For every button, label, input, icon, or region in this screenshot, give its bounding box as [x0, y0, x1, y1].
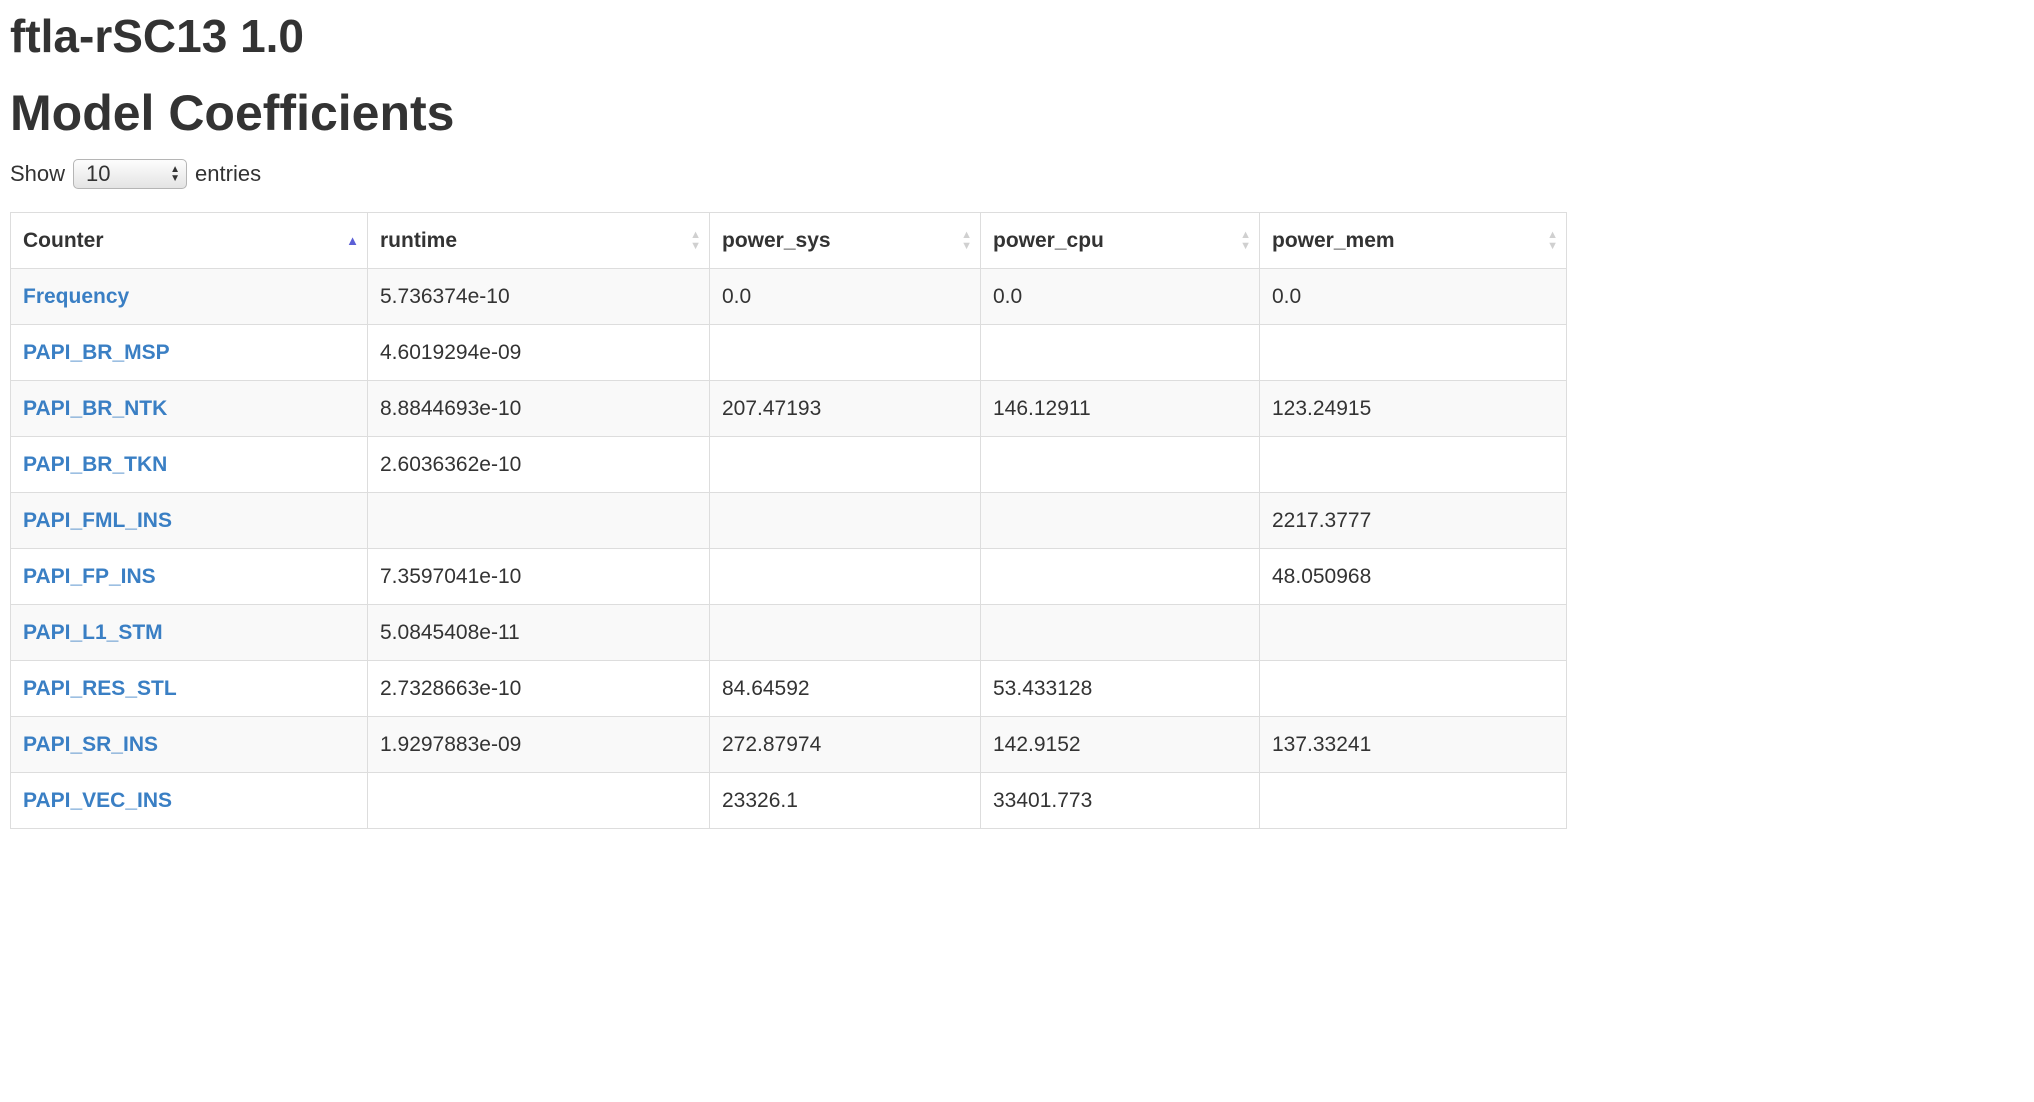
runtime-cell: 5.736374e-10 [367, 268, 710, 325]
sort-both-icon: ▲ ▼ [1547, 228, 1558, 252]
power-mem-cell: 0.0 [1259, 268, 1567, 325]
power-sys-cell [709, 324, 981, 381]
counter-link[interactable]: PAPI_RES_STL [23, 677, 177, 700]
power-cpu-cell: 146.12911 [980, 380, 1260, 437]
power-cpu-cell: 53.433128 [980, 660, 1260, 717]
counter-cell: PAPI_BR_MSP [10, 324, 368, 381]
table-row: PAPI_VEC_INS 23326.1 33401.773 [10, 772, 1567, 829]
power-mem-cell: 123.24915 [1259, 380, 1567, 437]
table-row: PAPI_RES_STL 2.7328663e-10 84.64592 53.4… [10, 660, 1567, 717]
counter-cell: PAPI_BR_NTK [10, 380, 368, 437]
counter-link[interactable]: PAPI_BR_MSP [23, 341, 170, 364]
table-row: PAPI_BR_MSP 4.6019294e-09 [10, 324, 1567, 381]
power-cpu-cell [980, 436, 1260, 493]
counter-cell: PAPI_L1_STM [10, 604, 368, 661]
runtime-cell [367, 772, 710, 829]
table-header-row: Counter ▲ runtime ▲ ▼ power_sys ▲ ▼ power_… [10, 212, 1567, 269]
power-mem-cell [1259, 324, 1567, 381]
power-cpu-cell [980, 492, 1260, 549]
column-header-label: power_sys [722, 228, 831, 252]
power-sys-cell: 0.0 [709, 268, 981, 325]
table-row: PAPI_FP_INS 7.3597041e-10 48.050968 [10, 548, 1567, 605]
show-label: Show [10, 161, 66, 186]
table-row: PAPI_BR_TKN 2.6036362e-10 [10, 436, 1567, 493]
runtime-cell: 1.9297883e-09 [367, 716, 710, 773]
power-mem-cell [1259, 604, 1567, 661]
counter-link[interactable]: PAPI_L1_STM [23, 621, 163, 644]
sort-both-icon: ▲ ▼ [961, 228, 972, 252]
select-arrows-icon: ▲ ▼ [170, 164, 181, 184]
counter-link[interactable]: PAPI_FML_INS [23, 509, 172, 532]
coefficients-table: Counter ▲ runtime ▲ ▼ power_sys ▲ ▼ power_… [10, 212, 1567, 829]
power-sys-cell [709, 548, 981, 605]
runtime-cell: 5.0845408e-11 [367, 604, 710, 661]
sort-ascending-icon: ▲ [346, 233, 359, 248]
power-mem-cell: 2217.3777 [1259, 492, 1567, 549]
sort-both-icon: ▲ ▼ [1240, 228, 1251, 252]
runtime-cell: 7.3597041e-10 [367, 548, 710, 605]
column-header-power-mem[interactable]: power_mem ▲ ▼ [1259, 212, 1567, 269]
counter-cell: PAPI_BR_TKN [10, 436, 368, 493]
table-row: Frequency 5.736374e-10 0.0 0.0 0.0 [10, 268, 1567, 325]
table-row: PAPI_BR_NTK 8.8844693e-10 207.47193 146.… [10, 380, 1567, 437]
runtime-cell: 2.6036362e-10 [367, 436, 710, 493]
column-header-power-sys[interactable]: power_sys ▲ ▼ [709, 212, 981, 269]
table-row: PAPI_FML_INS 2217.3777 [10, 492, 1567, 549]
power-cpu-cell: 142.9152 [980, 716, 1260, 773]
column-header-label: power_mem [1272, 228, 1395, 252]
counter-link[interactable]: Frequency [23, 285, 129, 308]
counter-link[interactable]: PAPI_SR_INS [23, 733, 158, 756]
power-cpu-cell [980, 604, 1260, 661]
entries-label: entries [195, 161, 262, 186]
column-header-label: runtime [380, 228, 458, 252]
sort-both-icon: ▲ ▼ [690, 228, 701, 252]
counter-link[interactable]: PAPI_VEC_INS [23, 789, 172, 812]
counter-cell: PAPI_VEC_INS [10, 772, 368, 829]
power-sys-cell: 272.87974 [709, 716, 981, 773]
power-cpu-cell [980, 324, 1260, 381]
power-sys-cell [709, 436, 981, 493]
table-row: PAPI_L1_STM 5.0845408e-11 [10, 604, 1567, 661]
runtime-cell: 2.7328663e-10 [367, 660, 710, 717]
counter-cell: Frequency [10, 268, 368, 325]
column-header-runtime[interactable]: runtime ▲ ▼ [367, 212, 710, 269]
counter-cell: PAPI_FML_INS [10, 492, 368, 549]
table-row: PAPI_SR_INS 1.9297883e-09 272.87974 142.… [10, 716, 1567, 773]
column-header-label: power_cpu [993, 228, 1104, 252]
counter-cell: PAPI_FP_INS [10, 548, 368, 605]
entries-length-control: Show 10 ▲ ▼ entries [10, 157, 261, 191]
entries-select-value: 10 [86, 161, 111, 186]
power-mem-cell: 137.33241 [1259, 716, 1567, 773]
column-header-counter[interactable]: Counter ▲ [10, 212, 368, 269]
power-cpu-cell: 33401.773 [980, 772, 1260, 829]
page-title: ftla-rSC13 1.0 [10, 10, 305, 62]
runtime-cell: 4.6019294e-09 [367, 324, 710, 381]
power-sys-cell [709, 492, 981, 549]
power-sys-cell: 207.47193 [709, 380, 981, 437]
counter-cell: PAPI_SR_INS [10, 716, 368, 773]
column-header-power-cpu[interactable]: power_cpu ▲ ▼ [980, 212, 1260, 269]
power-sys-cell [709, 604, 981, 661]
section-title: Model Coefficients [10, 85, 455, 141]
runtime-cell: 8.8844693e-10 [367, 380, 710, 437]
entries-select[interactable]: 10 ▲ ▼ [73, 159, 188, 189]
power-mem-cell [1259, 772, 1567, 829]
power-mem-cell [1259, 436, 1567, 493]
counter-cell: PAPI_RES_STL [10, 660, 368, 717]
counter-link[interactable]: PAPI_BR_NTK [23, 397, 167, 420]
counter-link[interactable]: PAPI_FP_INS [23, 565, 156, 588]
power-cpu-cell: 0.0 [980, 268, 1260, 325]
power-sys-cell: 84.64592 [709, 660, 981, 717]
runtime-cell [367, 492, 710, 549]
power-cpu-cell [980, 548, 1260, 605]
power-sys-cell: 23326.1 [709, 772, 981, 829]
power-mem-cell: 48.050968 [1259, 548, 1567, 605]
counter-link[interactable]: PAPI_BR_TKN [23, 453, 167, 476]
column-header-label: Counter [23, 228, 104, 252]
power-mem-cell [1259, 660, 1567, 717]
